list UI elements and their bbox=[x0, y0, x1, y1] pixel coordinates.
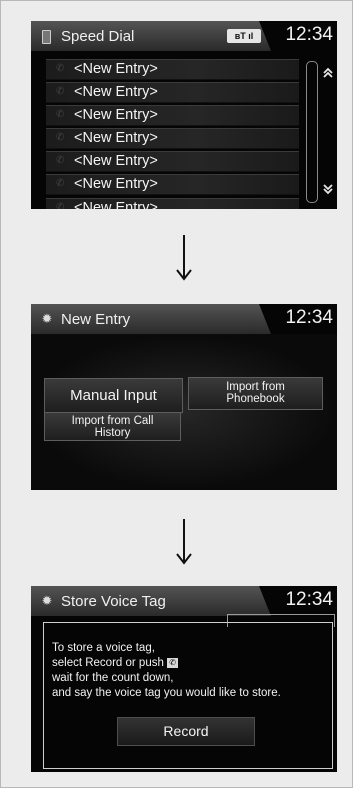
list-item[interactable]: ✆ <New Entry> bbox=[46, 174, 299, 196]
list-item[interactable]: ✆ <New Entry> bbox=[46, 128, 299, 150]
scroll-up-icon[interactable] bbox=[322, 67, 334, 79]
bluetooth-signal-icon: ʙT ıl bbox=[227, 29, 261, 43]
import-from-call-history-button[interactable]: Import from Call History bbox=[44, 412, 181, 441]
phone-handset-icon: ✆ bbox=[56, 178, 65, 190]
screen-title: Speed Dial bbox=[61, 28, 135, 45]
phone-handset-icon: ✆ bbox=[56, 155, 65, 167]
scroll-down-icon[interactable] bbox=[322, 183, 334, 195]
list-item[interactable]: ✆ <New Entry> bbox=[46, 197, 299, 209]
screen-title: New Entry bbox=[61, 311, 131, 328]
manual-input-button[interactable]: Manual Input bbox=[44, 378, 183, 413]
talk-button-icon: ✆ bbox=[167, 657, 179, 668]
title-bar: ✹ Store Voice Tag 12:34 bbox=[31, 586, 337, 616]
settings-gear-icon: ✹ bbox=[41, 311, 53, 326]
phone-handset-icon: ✆ bbox=[56, 132, 65, 144]
list-item[interactable]: ✆ <New Entry> bbox=[46, 151, 299, 173]
new-entry-screen: ✹ New Entry 12:34 Manual Input Import fr… bbox=[31, 304, 337, 490]
arrow-down-icon bbox=[176, 235, 192, 281]
import-from-phonebook-button[interactable]: Import from Phonebook bbox=[188, 377, 323, 410]
scrollbar[interactable] bbox=[306, 61, 318, 203]
list-item[interactable]: ✆ <New Entry> bbox=[46, 59, 299, 80]
settings-gear-icon: ✹ bbox=[41, 593, 53, 608]
phone-handset-icon: ✆ bbox=[56, 201, 65, 209]
clock: 12:34 bbox=[285, 24, 333, 45]
page-frame: Speed Dial ʙT ıl 12:34 ✆ <New Entry> ✆ <Ne… bbox=[0, 0, 353, 788]
list-item[interactable]: ✆ <New Entry> bbox=[46, 82, 299, 104]
phone-handset-icon: ✆ bbox=[56, 86, 65, 98]
clock: 12:34 bbox=[285, 589, 333, 610]
phone-handset-icon: ✆ bbox=[56, 109, 65, 121]
title-bar: Speed Dial ʙT ıl 12:34 bbox=[31, 21, 337, 51]
speed-dial-list: ✆ <New Entry> ✆ <New Entry> ✆ <New Entry> ✆… bbox=[46, 59, 299, 209]
record-button[interactable]: Record bbox=[117, 717, 255, 746]
screen-title: Store Voice Tag bbox=[61, 593, 166, 610]
phone-icon bbox=[42, 30, 51, 44]
clock: 12:34 bbox=[285, 307, 333, 328]
phone-handset-icon: ✆ bbox=[56, 63, 65, 74]
title-bar: ✹ New Entry 12:34 bbox=[31, 304, 337, 334]
instructions-text: To store a voice tag, select Record or p… bbox=[52, 642, 281, 699]
list-item[interactable]: ✆ <New Entry> bbox=[46, 105, 299, 127]
arrow-down-icon bbox=[176, 519, 192, 565]
speed-dial-screen: Speed Dial ʙT ıl 12:34 ✆ <New Entry> ✆ <Ne… bbox=[31, 21, 337, 209]
store-voice-tag-screen: ✹ Store Voice Tag 12:34 To store a voice… bbox=[31, 586, 337, 772]
